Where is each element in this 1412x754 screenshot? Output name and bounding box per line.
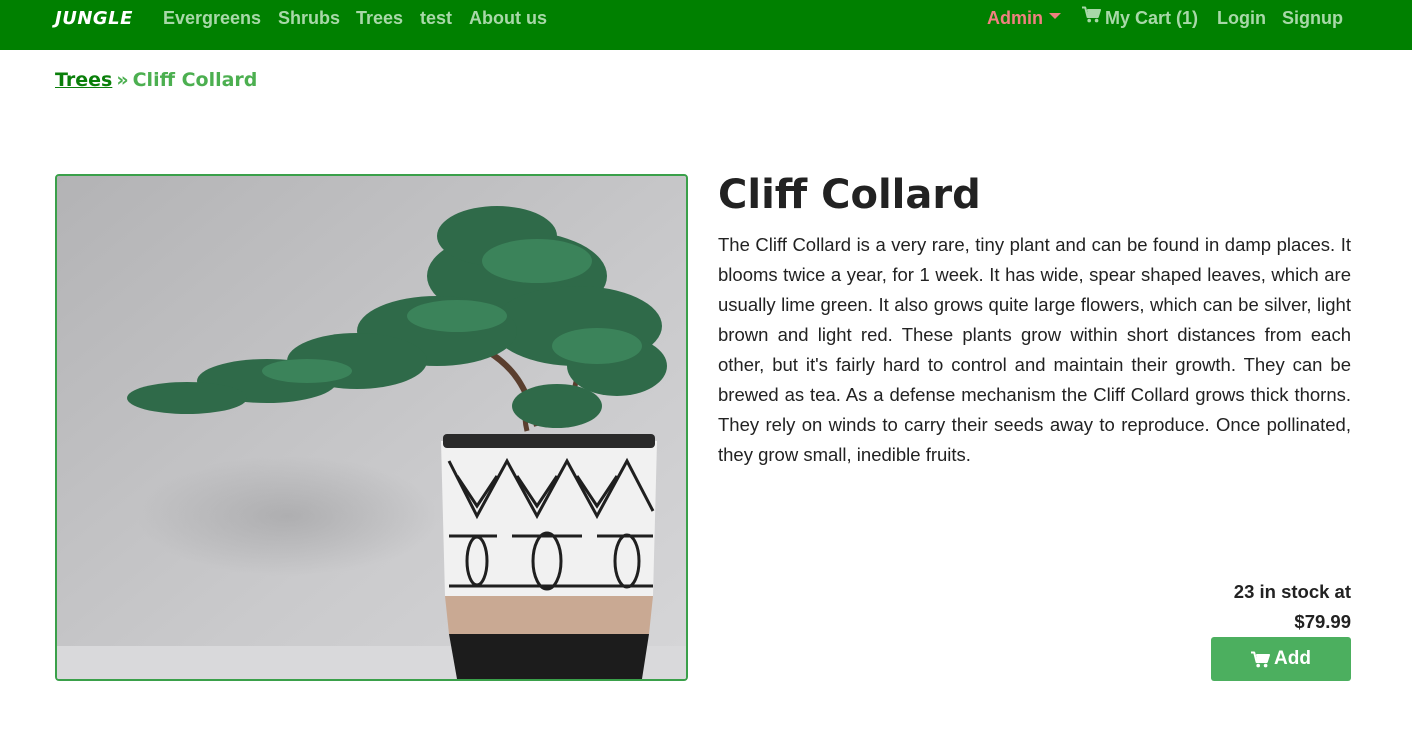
cart-label: My Cart (1) bbox=[1105, 8, 1199, 28]
shopping-cart-icon bbox=[1251, 651, 1271, 668]
nav-link-evergreens[interactable]: Evergreens bbox=[163, 8, 261, 29]
nav-link-test[interactable]: test bbox=[420, 8, 452, 29]
product-image bbox=[55, 174, 688, 681]
nav-link-about-us[interactable]: About us bbox=[469, 8, 547, 29]
stock-line: 23 in stock at bbox=[1233, 581, 1351, 602]
navbar: JUNGLE Evergreens Shrubs Trees test Abou… bbox=[0, 0, 1412, 50]
admin-dropdown[interactable]: Admin bbox=[987, 8, 1061, 29]
add-button-label: Add bbox=[1274, 648, 1311, 669]
product-title: Cliff Collard bbox=[718, 172, 981, 218]
breadcrumb-current: Cliff Collard bbox=[132, 69, 258, 91]
breadcrumb-link-trees[interactable]: Trees bbox=[55, 69, 112, 91]
nav-link-shrubs[interactable]: Shrubs bbox=[278, 8, 340, 29]
shopping-cart-icon bbox=[1082, 6, 1101, 28]
cart-link[interactable]: My Cart (1) bbox=[1082, 6, 1199, 30]
nav-link-trees[interactable]: Trees bbox=[356, 8, 403, 29]
login-link[interactable]: Login bbox=[1217, 8, 1266, 29]
breadcrumb: Trees» Cliff Collard bbox=[55, 69, 257, 91]
brand-logo[interactable]: JUNGLE bbox=[55, 8, 133, 29]
add-to-cart-button[interactable]: Add bbox=[1211, 637, 1351, 681]
admin-label: Admin bbox=[987, 8, 1043, 28]
stock-info: 23 in stock at $79.99 bbox=[1100, 577, 1351, 637]
breadcrumb-separator: » bbox=[116, 69, 129, 91]
product-description: The Cliff Collard is a very rare, tiny p… bbox=[718, 234, 1351, 465]
signup-link[interactable]: Signup bbox=[1282, 8, 1343, 29]
bonsai-photo-icon bbox=[57, 176, 686, 679]
caret-down-icon bbox=[1049, 13, 1061, 20]
price: $79.99 bbox=[1294, 611, 1351, 632]
